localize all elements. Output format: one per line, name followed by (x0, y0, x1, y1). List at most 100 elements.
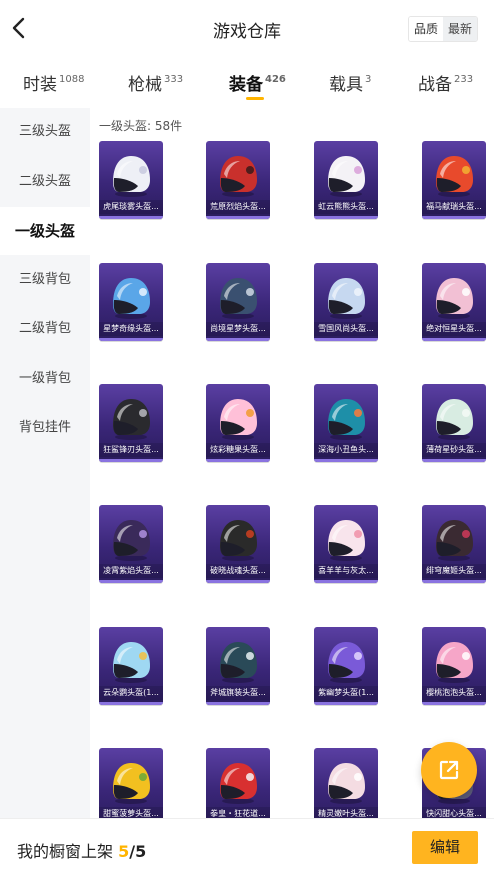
helmet-item-card[interactable]: 狂鲨锋刃头盔... (99, 384, 163, 462)
sort-option-latest[interactable]: 最新 (442, 17, 477, 41)
helmet-icon (328, 156, 365, 197)
helmet-item-card[interactable]: 星梦奇缘头盔... (99, 263, 163, 341)
category-tabs: 时装 1088 枪械 333 装备 426 载具 3 战备 233 (0, 60, 494, 106)
tab-label: 载具 (329, 75, 363, 95)
helmet-icon (328, 763, 365, 804)
tab-label: 时装 (23, 75, 57, 95)
header: 游戏仓库 品质 最新 (0, 0, 494, 58)
tab-guns[interactable]: 枪械 333 (128, 70, 183, 95)
item-name: 破晓战魂头盔... (206, 564, 270, 578)
helmet-icon (220, 399, 257, 440)
active-tab-indicator (246, 97, 264, 100)
edit-button[interactable]: 编辑 (412, 831, 478, 864)
helmet-icon (113, 399, 150, 440)
item-name: 绯穹魔姬头盔... (422, 564, 486, 578)
tab-fashion[interactable]: 时装 1088 (23, 70, 84, 95)
tab-count: 333 (164, 74, 184, 85)
helmet-icon (436, 278, 473, 319)
helmet-item-card[interactable]: 虹云熊熊头盔... (314, 141, 378, 219)
helmet-icon (328, 642, 365, 683)
tab-label: 装备 (229, 75, 263, 95)
helmet-item-card[interactable]: 云朵鹦头盔(1... (99, 627, 163, 705)
helmet-item-card[interactable]: 斧城旗装头盔... (206, 627, 270, 705)
share-icon (439, 760, 459, 780)
showcase-current-count: 5 (118, 842, 130, 861)
helmet-item-card[interactable]: 甜蜜菠萝头盔... (99, 748, 163, 826)
tab-equipment[interactable]: 装备 426 (229, 70, 286, 95)
showcase-label: 我的橱窗上架 (17, 842, 114, 861)
tab-supplies[interactable]: 战备 233 (418, 70, 473, 95)
item-name: 斧城旗装头盔... (206, 686, 270, 700)
item-name: 虹云熊熊头盔... (314, 200, 378, 214)
sidebar-item-backpack-pendant[interactable]: 背包挂件 (0, 404, 90, 452)
helmet-item-card[interactable]: 拳皇・狂花道... (206, 748, 270, 826)
tab-count: 233 (454, 74, 474, 85)
sidebar-item-backpack-lv1[interactable]: 一级背包 (0, 355, 90, 403)
helmet-item-card[interactable]: 福马献瑞头盔... (422, 141, 486, 219)
item-name: 星梦奇缘头盔... (99, 322, 163, 336)
helmet-icon (436, 520, 473, 561)
item-name: 狂鲨锋刃头盔... (99, 443, 163, 457)
helmet-item-card[interactable]: 雪国风尚头盔... (314, 263, 378, 341)
item-name: 绝对恒星头盔... (422, 322, 486, 336)
share-button[interactable] (421, 742, 477, 798)
helmet-item-card[interactable]: 精灵嫩叶头盔... (314, 748, 378, 826)
sidebar-item-helmet-lv1[interactable]: 一级头盔 (0, 207, 90, 255)
helmet-icon (220, 156, 257, 197)
sort-toggle: 品质 最新 (407, 16, 478, 42)
helmet-icon (328, 399, 365, 440)
item-name: 雪国风尚头盔... (314, 322, 378, 336)
helmet-item-card[interactable]: 绝对恒星头盔... (422, 263, 486, 341)
tab-label: 战备 (418, 75, 452, 95)
item-name: 紫幽梦头盔(1... (314, 686, 378, 700)
item-name: 凌霄紫焰头盔... (99, 564, 163, 578)
helmet-item-card[interactable]: 荒原烈焰头盔... (206, 141, 270, 219)
helmet-item-card[interactable]: 尚境星梦头盔... (206, 263, 270, 341)
helmet-item-card[interactable]: 虎尾琰雾头盔... (99, 141, 163, 219)
helmet-icon (220, 278, 257, 319)
tab-label: 枪械 (128, 75, 162, 95)
sort-option-quality[interactable]: 品质 (408, 17, 443, 41)
item-name: 虎尾琰雾头盔... (99, 200, 163, 214)
item-name: 福马献瑞头盔... (422, 200, 486, 214)
item-name: 喜羊羊与灰太... (314, 564, 378, 578)
item-name: 樱桃泡泡头盔... (422, 686, 486, 700)
tab-vehicles[interactable]: 载具 3 (329, 70, 371, 95)
sidebar-item-backpack-lv3[interactable]: 三级背包 (0, 256, 90, 304)
sidebar-item-helmet-lv3[interactable]: 三级头盔 (0, 108, 90, 156)
helmet-icon (220, 520, 257, 561)
helmet-icon (220, 642, 257, 683)
helmet-icon (220, 763, 257, 804)
item-name: 薄荷星砂头盔... (422, 443, 486, 457)
item-name: 云朵鹦头盔(1... (99, 686, 163, 700)
item-name: 炫彩糖果头盔... (206, 443, 270, 457)
helmet-item-card[interactable]: 绯穹魔姬头盔... (422, 505, 486, 583)
helmet-item-card[interactable]: 凌霄紫焰头盔... (99, 505, 163, 583)
showcase-status: 我的橱窗上架 5/5 (17, 838, 146, 862)
warehouse-screen: 游戏仓库 品质 最新 时装 1088 枪械 333 装备 426 载具 3 战备 233 … (0, 0, 494, 875)
helmet-item-card[interactable]: 薄荷星砂头盔... (422, 384, 486, 462)
footer: 我的橱窗上架 5/5 编辑 (0, 818, 494, 875)
sidebar-item-helmet-lv2[interactable]: 二级头盔 (0, 158, 90, 206)
helmet-item-card[interactable]: 炫彩糖果头盔... (206, 384, 270, 462)
helmet-item-card[interactable]: 喜羊羊与灰太... (314, 505, 378, 583)
tab-count: 426 (265, 74, 286, 85)
tab-count: 1088 (59, 74, 85, 85)
helmet-item-card[interactable]: 樱桃泡泡头盔... (422, 627, 486, 705)
helmet-item-card[interactable]: 破晓战魂头盔... (206, 505, 270, 583)
helmet-icon (328, 278, 365, 319)
item-grid: 一级头盔: 58件 虎尾琰雾头盔... 荒原烈焰头盔... 虹云熊熊头盔... 福马献… (90, 108, 494, 826)
helmet-icon (436, 399, 473, 440)
helmet-icon (113, 278, 150, 319)
helmet-item-card[interactable]: 紫幽梦头盔(1... (314, 627, 378, 705)
tab-count: 3 (365, 74, 372, 85)
helmet-icon (113, 642, 150, 683)
sidebar-item-backpack-lv2[interactable]: 二级背包 (0, 305, 90, 353)
helmet-item-card[interactable]: 深海小丑鱼头... (314, 384, 378, 462)
section-label: 一级头盔: 58件 (99, 119, 183, 133)
helmet-icon (436, 156, 473, 197)
item-name: 尚境星梦头盔... (206, 322, 270, 336)
showcase-total-count: /5 (129, 842, 147, 861)
helmet-icon (113, 520, 150, 561)
item-name: 荒原烈焰头盔... (206, 200, 270, 214)
